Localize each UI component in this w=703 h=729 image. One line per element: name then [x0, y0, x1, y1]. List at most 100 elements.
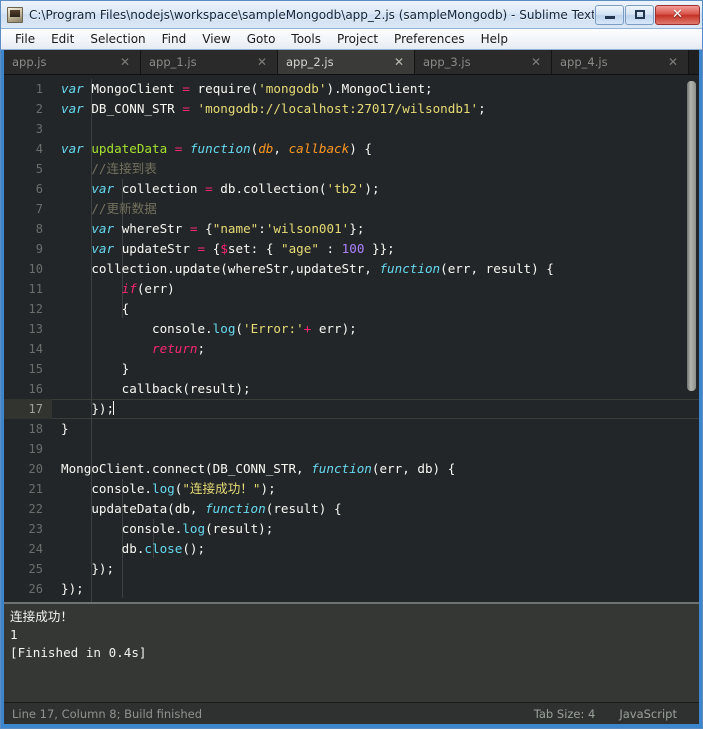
menu-item-preferences[interactable]: Preferences [386, 30, 473, 48]
line-number: 13 [28, 322, 43, 336]
tab-label: app.js [12, 55, 47, 69]
tab-label: app_4.js [560, 55, 608, 69]
menu-item-help[interactable]: Help [473, 30, 516, 48]
code-line: return; [152, 341, 206, 356]
tab-app-4-js[interactable]: app_4.js ✕ [552, 50, 689, 74]
code-line: console.log(result); [61, 521, 274, 536]
build-output-panel[interactable]: 连接成功！ 1 [Finished in 0.4s] [4, 602, 699, 702]
code-area[interactable]: 1 2 3 4 5 6 7 8 9 10 11 12 13 14 15 16 1… [4, 75, 699, 602]
code-line: var DB_CONN_STR = 'mongodb://localhost:2… [61, 101, 486, 116]
line-number: 9 [35, 242, 43, 256]
line-number: 16 [28, 382, 43, 396]
line-number: 23 [28, 522, 43, 536]
line-number: 6 [35, 182, 43, 196]
vertical-scrollbar[interactable] [687, 79, 696, 593]
menu-item-find[interactable]: Find [154, 30, 195, 48]
line-number: 15 [28, 362, 43, 376]
menu-item-view[interactable]: View [194, 30, 238, 48]
tab-close-icon[interactable]: ✕ [118, 56, 132, 68]
tab-close-icon[interactable]: ✕ [529, 56, 543, 68]
window-controls: ✕ [594, 4, 700, 25]
line-number: 12 [28, 302, 43, 316]
close-button[interactable]: ✕ [655, 4, 700, 25]
status-message: Line 17, Column 8; Build finished [12, 706, 203, 721]
line-number-gutter: 1 2 3 4 5 6 7 8 9 10 11 12 13 14 15 16 1… [4, 75, 52, 602]
menu-item-selection[interactable]: Selection [82, 30, 153, 48]
line-number: 24 [28, 542, 43, 556]
menu-item-goto[interactable]: Goto [239, 30, 284, 48]
code-line: //更新数据 [61, 201, 157, 216]
tab-bar: app.js ✕ app_1.js ✕ app_2.js ✕ app_3.js … [4, 50, 699, 75]
line-number-active: 17 [4, 399, 52, 419]
code-line-active: }); [52, 399, 699, 419]
code-line: } [61, 361, 130, 376]
syntax-indicator[interactable]: JavaScript [619, 707, 683, 721]
tab-app-3-js[interactable]: app_3.js ✕ [415, 50, 552, 74]
line-number: 5 [35, 162, 43, 176]
tab-close-icon[interactable]: ✕ [255, 56, 269, 68]
code-line: var updateStr = {$set: { "age" : 100 }}; [91, 241, 395, 256]
tab-close-icon[interactable]: ✕ [666, 56, 680, 68]
code-line: MongoClient.connect(DB_CONN_STR, functio… [61, 461, 456, 476]
editor-shell: app.js ✕ app_1.js ✕ app_2.js ✕ app_3.js … [1, 50, 702, 724]
code-line: }); [61, 581, 84, 596]
status-bar: Line 17, Column 8; Build finished Tab Si… [4, 702, 699, 724]
line-number: 4 [35, 142, 43, 156]
line-number: 20 [28, 462, 43, 476]
code-line: var whereStr = {"name":'wilson001'}; [91, 221, 365, 236]
tab-label: app_1.js [149, 55, 197, 69]
tab-app-2-js[interactable]: app_2.js ✕ [278, 50, 415, 74]
code-line: var updateData = function(db, callback) … [61, 141, 372, 156]
sublime-text-window: C:\Program Files\nodejs\workspace\sample… [0, 0, 703, 729]
code-line: var MongoClient = require('mongodb').Mon… [61, 81, 433, 96]
output-line: 连接成功！ [10, 609, 73, 624]
tab-label: app_2.js [286, 55, 334, 69]
maximize-button[interactable] [625, 4, 654, 25]
menu-item-project[interactable]: Project [329, 30, 386, 48]
line-number: 14 [28, 342, 43, 356]
output-line: 1 [10, 627, 18, 642]
code-line: //连接到表 [61, 161, 157, 176]
line-number: 19 [28, 442, 43, 456]
line-number: 21 [28, 482, 43, 496]
line-number: 11 [28, 282, 43, 296]
minimize-icon [604, 16, 615, 19]
menu-bar: File Edit Selection Find View Goto Tools… [1, 28, 702, 50]
tab-app-js[interactable]: app.js ✕ [4, 50, 141, 74]
line-number: 2 [35, 102, 43, 116]
menu-item-tools[interactable]: Tools [283, 30, 329, 48]
line-number: 10 [28, 262, 43, 276]
code-line: callback(result); [61, 381, 251, 396]
scrollbar-thumb[interactable] [687, 81, 696, 391]
maximize-icon [634, 10, 645, 19]
tab-app-1-js[interactable]: app_1.js ✕ [141, 50, 278, 74]
code-line: db.close(); [61, 541, 206, 556]
menu-item-file[interactable]: File [7, 30, 43, 48]
window-title: C:\Program Files\nodejs\workspace\sample… [29, 7, 594, 22]
tab-label: app_3.js [423, 55, 471, 69]
output-line: [Finished in 0.4s] [10, 645, 147, 660]
close-icon: ✕ [672, 7, 683, 22]
code-line: console.log('Error:'+ err); [61, 321, 357, 336]
sublime-text-icon [7, 6, 23, 23]
line-number: 8 [35, 222, 43, 236]
line-number: 1 [35, 82, 43, 96]
title-bar: C:\Program Files\nodejs\workspace\sample… [1, 1, 702, 28]
line-number: 3 [35, 122, 43, 136]
code-line: console.log("连接成功！"); [61, 481, 276, 496]
tab-size-indicator[interactable]: Tab Size: 4 [534, 707, 620, 721]
code-line: collection.update(whereStr,updateStr, fu… [61, 261, 554, 276]
menu-item-edit[interactable]: Edit [43, 30, 82, 48]
line-number: 26 [28, 582, 43, 596]
minimize-button[interactable] [595, 4, 624, 25]
code-line: if(err) [121, 281, 175, 296]
line-number: 25 [28, 562, 43, 576]
code-line: }); [61, 561, 115, 576]
code-text[interactable]: var MongoClient = require('mongodb').Mon… [52, 75, 699, 602]
tab-close-icon[interactable]: ✕ [392, 56, 406, 68]
line-number: 22 [28, 502, 43, 516]
code-line: updateData(db, function(result) { [61, 501, 342, 516]
status-right-group: Tab Size: 4 JavaScript [534, 707, 699, 721]
code-line: } [61, 421, 69, 436]
